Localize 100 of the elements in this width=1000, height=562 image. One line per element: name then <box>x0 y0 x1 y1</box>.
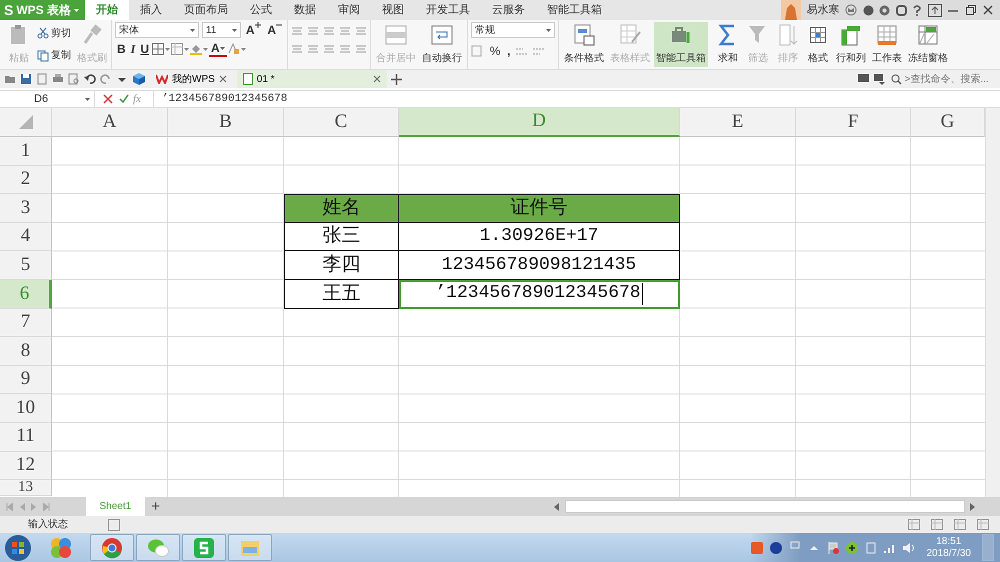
percent-button[interactable]: % <box>488 43 502 59</box>
restore-up-icon[interactable] <box>928 4 942 16</box>
table-cell[interactable]: 李四 <box>284 251 399 280</box>
volume-icon[interactable] <box>902 540 916 554</box>
name-box[interactable]: D6 <box>0 91 95 107</box>
column-header[interactable]: C <box>284 108 399 137</box>
table-cell[interactable]: 1.30926E+17 <box>399 222 680 252</box>
table-cell[interactable]: 123456789098121435 <box>399 251 680 280</box>
font-size-select[interactable]: 11 <box>202 22 242 38</box>
close-icon[interactable] <box>372 75 381 83</box>
taskbar-button[interactable] <box>90 534 134 561</box>
align-icon[interactable] <box>323 26 335 36</box>
ribbon-button[interactable]: 格式 <box>804 22 832 67</box>
ribbon-button[interactable]: 智能工具箱 <box>654 22 708 67</box>
row-header[interactable]: 1 <box>0 137 52 166</box>
align-icon[interactable] <box>355 44 367 54</box>
table-cell[interactable]: 证件号 <box>399 194 680 223</box>
print-icon[interactable] <box>52 73 64 85</box>
page-break-icon[interactable] <box>954 519 966 530</box>
menu-tab[interactable]: 云服务 <box>481 0 536 20</box>
menu-tab[interactable]: 智能工具箱 <box>536 0 613 20</box>
vertical-scrollbar[interactable] <box>985 108 1000 497</box>
align-icon[interactable] <box>307 44 319 54</box>
row-header[interactable]: 8 <box>0 337 52 366</box>
borders-icon[interactable] <box>152 43 170 55</box>
column-header[interactable]: B <box>168 108 284 137</box>
scroll-right-icon[interactable] <box>970 502 976 510</box>
maximize-icon[interactable] <box>964 4 976 16</box>
align-icon[interactable] <box>355 26 367 36</box>
document-tab[interactable]: 01 * <box>236 70 387 88</box>
pin-icon[interactable] <box>874 74 886 84</box>
row-header[interactable]: 13 <box>0 480 52 496</box>
close-icon[interactable] <box>218 75 227 83</box>
align-icon[interactable] <box>323 44 335 54</box>
shrink-font-button[interactable]: A <box>265 22 284 38</box>
bold-button[interactable]: B <box>115 41 128 57</box>
column-header[interactable]: E <box>680 108 796 137</box>
flag-icon[interactable] <box>826 540 840 554</box>
taskbar-button[interactable] <box>182 534 226 561</box>
column-header[interactable]: G <box>911 108 985 137</box>
align-icon[interactable] <box>291 44 303 54</box>
clear-format-icon[interactable] <box>228 43 246 55</box>
undo-icon[interactable] <box>84 73 96 85</box>
cut-button[interactable]: 剪切 <box>35 24 73 42</box>
select-all-icon[interactable] <box>18 115 32 129</box>
scroll-left-icon[interactable] <box>553 502 559 510</box>
row-header[interactable]: 12 <box>0 452 52 480</box>
fill-color-icon[interactable] <box>190 43 208 55</box>
open-icon[interactable] <box>4 73 16 85</box>
menu-tab[interactable]: 数据 <box>283 0 327 20</box>
confirm-icon[interactable] <box>119 94 129 104</box>
security-icon[interactable] <box>844 540 858 554</box>
number-format-select[interactable]: 常规 <box>471 22 555 38</box>
save-icon[interactable] <box>20 73 32 85</box>
font-name-select[interactable]: 宋体 <box>115 22 200 38</box>
underline-button[interactable]: U <box>138 41 152 57</box>
table-cell[interactable]: ’123456789012345678 <box>399 280 680 309</box>
comma-button[interactable]: , <box>505 43 513 59</box>
last-sheet-icon[interactable] <box>43 502 50 510</box>
grow-font-button[interactable]: A <box>244 22 263 38</box>
add-tab-icon[interactable] <box>390 74 402 84</box>
italic-button[interactable]: I <box>128 41 138 57</box>
row-header[interactable]: 9 <box>0 366 52 394</box>
prev-sheet-icon[interactable] <box>18 502 25 510</box>
menu-tab[interactable]: 开发工具 <box>415 0 481 20</box>
menu-tab[interactable]: 审阅 <box>327 0 371 20</box>
settings-icon[interactable] <box>879 4 890 16</box>
ribbon-button[interactable]: 求和 <box>714 22 742 67</box>
search-field[interactable]: >查找命令、搜索... <box>890 72 994 86</box>
menu-tab[interactable]: 页面布局 <box>173 0 239 20</box>
page-layout-icon[interactable] <box>931 519 943 530</box>
align-icon[interactable] <box>291 26 303 36</box>
cube-icon[interactable] <box>132 72 146 86</box>
align-icon[interactable] <box>339 44 351 54</box>
redo-icon[interactable] <box>100 73 112 85</box>
taskbar-button[interactable] <box>228 534 272 561</box>
ribbon-button[interactable]: 冻结窗格 <box>906 22 950 67</box>
document-tab[interactable]: 我的WPS <box>150 70 233 88</box>
cell-style-icon[interactable] <box>171 43 190 55</box>
ribbon-button[interactable]: 工作表 <box>870 22 904 67</box>
table-cell[interactable]: 姓名 <box>284 194 399 223</box>
column-header[interactable]: A <box>52 108 168 137</box>
close-icon[interactable] <box>982 4 994 16</box>
align-icon[interactable] <box>307 26 319 36</box>
row-header[interactable]: 4 <box>0 222 52 252</box>
start-button-icon[interactable] <box>4 534 32 562</box>
table-cell[interactable]: 王五 <box>284 280 399 309</box>
cancel-icon[interactable] <box>103 94 113 104</box>
horizontal-scrollbar[interactable] <box>564 500 964 513</box>
row-header[interactable]: 5 <box>0 251 52 280</box>
comment-icon[interactable] <box>858 74 869 84</box>
ribbon-button[interactable]: 条件格式 <box>562 22 606 67</box>
normal-view-icon[interactable] <box>908 519 920 530</box>
column-header[interactable]: F <box>796 108 911 137</box>
next-sheet-icon[interactable] <box>30 502 38 510</box>
first-sheet-icon[interactable] <box>6 502 12 510</box>
align-icon[interactable] <box>339 26 351 36</box>
add-sheet-button[interactable]: + <box>145 499 166 514</box>
row-header[interactable]: 7 <box>0 308 52 338</box>
zoom-icon[interactable] <box>977 519 989 530</box>
